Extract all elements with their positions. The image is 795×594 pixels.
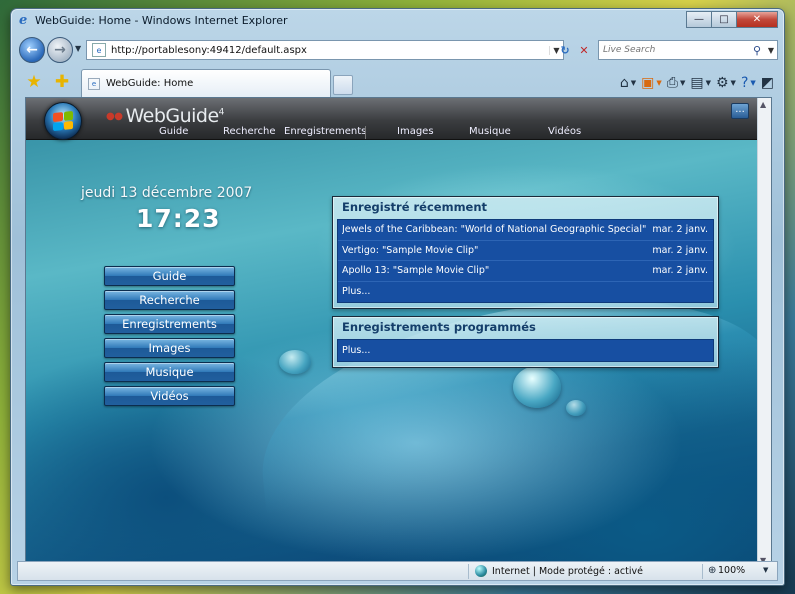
- nav-guide[interactable]: Guide: [159, 126, 188, 137]
- window-controls: — □ ✕: [686, 11, 778, 28]
- stop-icon[interactable]: ✕: [575, 40, 593, 60]
- nav-musique[interactable]: Musique: [469, 126, 511, 137]
- recent-more-link[interactable]: Plus...: [338, 282, 713, 303]
- more-options-button[interactable]: ...: [731, 103, 749, 119]
- recording-row[interactable]: Apollo 13: "Sample Movie Clip" mar. 2 ja…: [338, 261, 713, 282]
- recording-date: mar. 2 janv.: [652, 265, 708, 277]
- recording-title: Jewels of the Caribbean: "World of Natio…: [342, 224, 647, 236]
- new-tab-button[interactable]: [333, 75, 353, 95]
- main-menu: Guide Recherche Enregistrements Images M…: [104, 266, 235, 410]
- page-content: ●● WebGuide4 Guide Recherche Enregistreme…: [25, 97, 772, 568]
- security-zone-text[interactable]: Internet | Mode protégé : activé: [492, 566, 643, 577]
- webguide-header: ●● WebGuide4 Guide Recherche Enregistreme…: [26, 98, 759, 140]
- title-bar: e WebGuide: Home - Windows Internet Expl…: [11, 9, 784, 33]
- recording-row[interactable]: Vertigo: "Sample Movie Clip" mar. 2 janv…: [338, 241, 713, 261]
- print-icon[interactable]: ⎙ ▼: [667, 73, 686, 93]
- search-box[interactable]: ⚲ ▼: [598, 40, 778, 60]
- internet-zone-globe-icon: [475, 565, 487, 577]
- add-favorites-icon[interactable]: ✚: [51, 71, 73, 93]
- favorites-star-icon[interactable]: ★: [23, 71, 45, 93]
- status-bar: Internet | Mode protégé : activé ⊕ 100% …: [17, 561, 778, 581]
- water-drop-image: [566, 400, 586, 416]
- minimize-button[interactable]: —: [686, 11, 712, 28]
- menu-button-enregistrements[interactable]: Enregistrements: [104, 314, 235, 334]
- scheduled-recordings-panel: Enregistrements programmés Plus...: [332, 316, 719, 368]
- maximize-button[interactable]: □: [711, 11, 737, 28]
- close-button[interactable]: ✕: [736, 11, 778, 28]
- search-input[interactable]: [599, 45, 749, 55]
- scroll-up-arrow-icon[interactable]: ▲: [760, 100, 766, 109]
- nav-images[interactable]: Images: [397, 126, 434, 137]
- menu-button-videos[interactable]: Vidéos: [104, 386, 235, 406]
- recording-title: Apollo 13: "Sample Movie Clip": [342, 265, 490, 277]
- zoom-magnifier-icon[interactable]: ⊕: [708, 565, 716, 576]
- menu-button-guide[interactable]: Guide: [104, 266, 235, 286]
- menu-button-images[interactable]: Images: [104, 338, 235, 358]
- search-options-dropdown-icon[interactable]: ▼: [765, 46, 777, 55]
- back-button[interactable]: ←: [19, 37, 45, 63]
- recent-recordings-list: Jewels of the Caribbean: "World of Natio…: [337, 219, 714, 303]
- recording-date: mar. 2 janv.: [652, 224, 708, 236]
- address-toolbar: ← → ▼ e http://portablesony:49412/defaul…: [11, 35, 784, 65]
- research-icon[interactable]: ◩: [761, 73, 774, 93]
- page-icon: e: [92, 43, 106, 57]
- window-title: WebGuide: Home - Windows Internet Explor…: [35, 14, 288, 27]
- menu-button-recherche[interactable]: Recherche: [104, 290, 235, 310]
- current-time: 17:23: [136, 204, 221, 233]
- scheduled-more-link[interactable]: Plus...: [338, 340, 713, 361]
- vertical-scrollbar[interactable]: ▲ ▼: [757, 98, 771, 567]
- water-drop-image: [513, 366, 561, 408]
- webguide-nav: Guide Recherche Enregistrements Images M…: [26, 124, 759, 140]
- search-icon[interactable]: ⚲: [749, 44, 765, 57]
- recording-row[interactable]: Jewels of the Caribbean: "World of Natio…: [338, 220, 713, 241]
- recording-title: Vertigo: "Sample Movie Clip": [342, 244, 479, 256]
- menu-button-musique[interactable]: Musique: [104, 362, 235, 382]
- browser-window: e WebGuide: Home - Windows Internet Expl…: [10, 8, 785, 586]
- nav-enregistrements[interactable]: Enregistrements: [284, 126, 366, 137]
- home-icon[interactable]: ⌂ ▼: [620, 73, 636, 93]
- address-url[interactable]: http://portablesony:49412/default.aspx: [111, 45, 549, 56]
- zoom-dropdown-icon[interactable]: ▼: [763, 566, 768, 574]
- media-center-logo-icon: ●●: [106, 111, 123, 122]
- tab-toolbar: ★ ✚ e WebGuide: Home ⌂ ▼ ▣ ▼ ⎙ ▼ ▤ ▼ ⚙ ▼ ? ▼ ◩: [11, 67, 784, 97]
- scheduled-recordings-list: Plus...: [337, 339, 714, 362]
- tab-page-icon: e: [88, 77, 100, 90]
- tab-label: WebGuide: Home: [106, 78, 194, 89]
- tools-gear-icon[interactable]: ⚙ ▼: [716, 73, 736, 93]
- recording-date: mar. 2 janv.: [652, 244, 708, 256]
- feeds-icon[interactable]: ▣ ▼: [641, 73, 662, 93]
- recent-pages-dropdown-icon[interactable]: ▼: [75, 44, 81, 53]
- nav-recherche[interactable]: Recherche: [223, 126, 276, 137]
- ie-logo-icon: e: [19, 13, 28, 28]
- help-icon[interactable]: ? ▼: [741, 73, 756, 93]
- tab-webguide-home[interactable]: e WebGuide: Home: [81, 69, 331, 97]
- address-bar[interactable]: e http://portablesony:49412/default.aspx…: [86, 40, 564, 60]
- nav-divider: [365, 126, 366, 139]
- water-drop-image: [279, 350, 311, 374]
- current-date: jeudi 13 décembre 2007: [81, 185, 253, 201]
- forward-button[interactable]: →: [47, 37, 73, 63]
- zoom-level[interactable]: 100%: [718, 565, 745, 576]
- page-menu-icon[interactable]: ▤ ▼: [690, 73, 711, 93]
- recent-recordings-title: Enregistré récemment: [342, 200, 488, 214]
- recent-recordings-panel: Enregistré récemment Jewels of the Carib…: [332, 196, 719, 309]
- refresh-icon[interactable]: ↻: [556, 40, 574, 60]
- command-bar: ⌂ ▼ ▣ ▼ ⎙ ▼ ▤ ▼ ⚙ ▼ ? ▼ ◩: [620, 73, 774, 93]
- nav-videos[interactable]: Vidéos: [548, 126, 581, 137]
- scheduled-recordings-title: Enregistrements programmés: [342, 320, 536, 334]
